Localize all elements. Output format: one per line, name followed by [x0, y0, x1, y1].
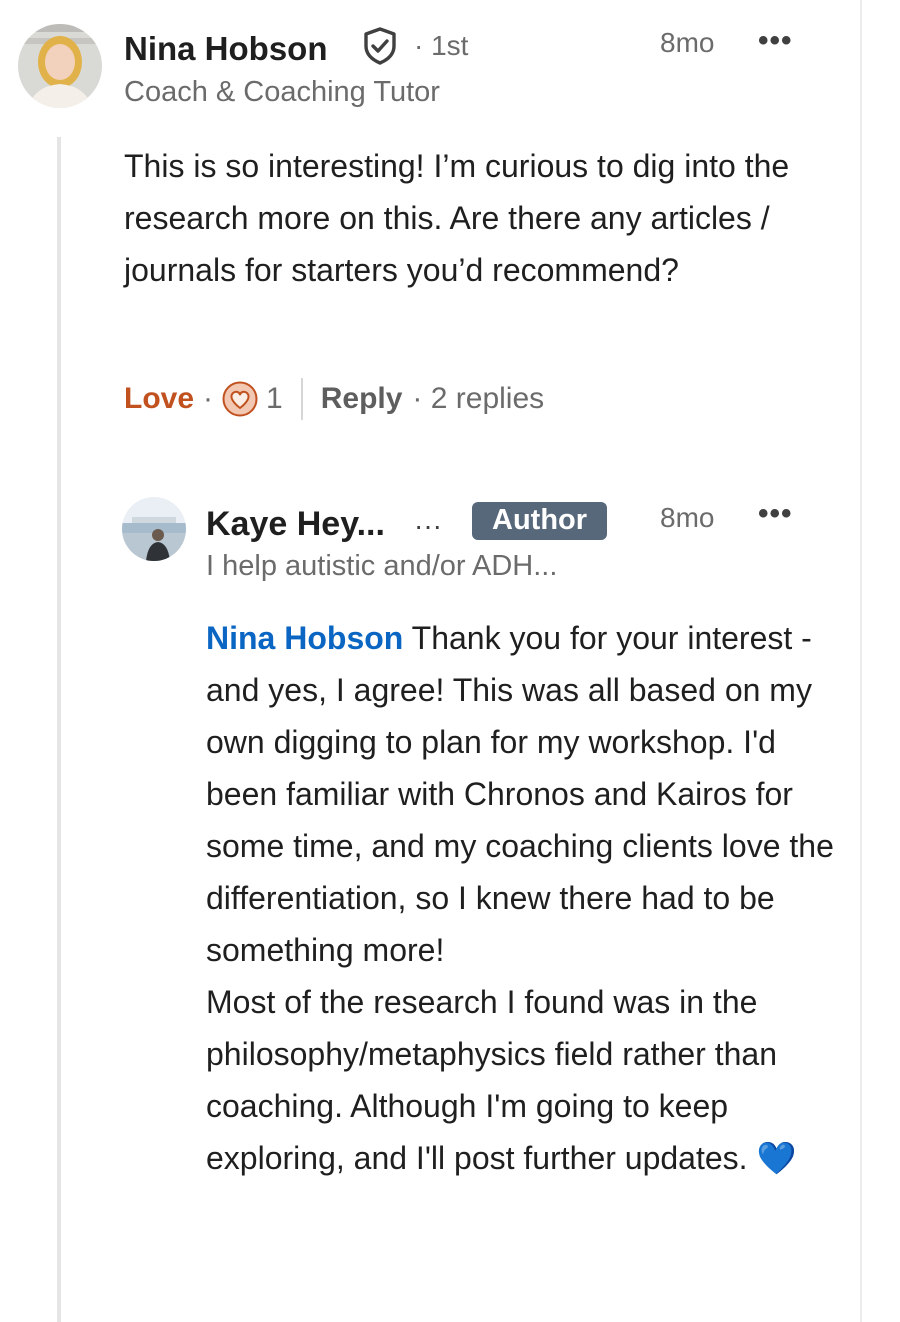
name-truncation-more: ··· [414, 510, 442, 541]
reaction-count[interactable]: 1 [266, 382, 283, 416]
reply-avatar[interactable] [122, 497, 186, 561]
author-badge: Author [472, 502, 608, 540]
actions-divider [300, 378, 303, 420]
comment-actions: Love · 1 Reply · 2 replies [124, 378, 544, 420]
comment-text: This is so interesting! I’m curious to d… [124, 148, 790, 288]
comment-timestamp: 8mo [660, 27, 715, 58]
panel-edge [860, 0, 862, 1322]
love-reaction-button[interactable]: Love [124, 382, 194, 416]
reply-text-part1: Thank you for your interest - and yes, I… [206, 620, 834, 968]
separator-dot: · [203, 382, 214, 415]
reply-timestamp: 8mo [660, 502, 715, 533]
reply-text-part2: Most of the research I found was in the … [206, 984, 777, 1176]
avatar[interactable] [18, 24, 102, 108]
connection-degree: · 1st [414, 30, 469, 61]
thread-line [57, 137, 61, 1322]
reply-text: Nina Hobson Thank you for your interest … [206, 612, 836, 1184]
verified-shield-icon [360, 26, 400, 71]
love-reaction-icon [222, 381, 258, 417]
reply-author-name[interactable]: Kaye Hey... [206, 505, 385, 544]
reply-author-headline: I help autistic and/or ADH... [206, 550, 558, 582]
replies-count-link[interactable]: · 2 replies [412, 382, 544, 416]
blue-heart-emoji: 💙 [756, 1139, 797, 1177]
comment-author-name[interactable]: Nina Hobson [124, 30, 328, 68]
comment-more-options-icon[interactable]: ••• [758, 24, 793, 58]
reply-button[interactable]: Reply [321, 382, 403, 416]
comment-author-headline: Coach & Coaching Tutor [124, 76, 440, 108]
mention-link[interactable]: Nina Hobson [206, 620, 403, 656]
reply-more-options-icon[interactable]: ••• [758, 497, 793, 531]
